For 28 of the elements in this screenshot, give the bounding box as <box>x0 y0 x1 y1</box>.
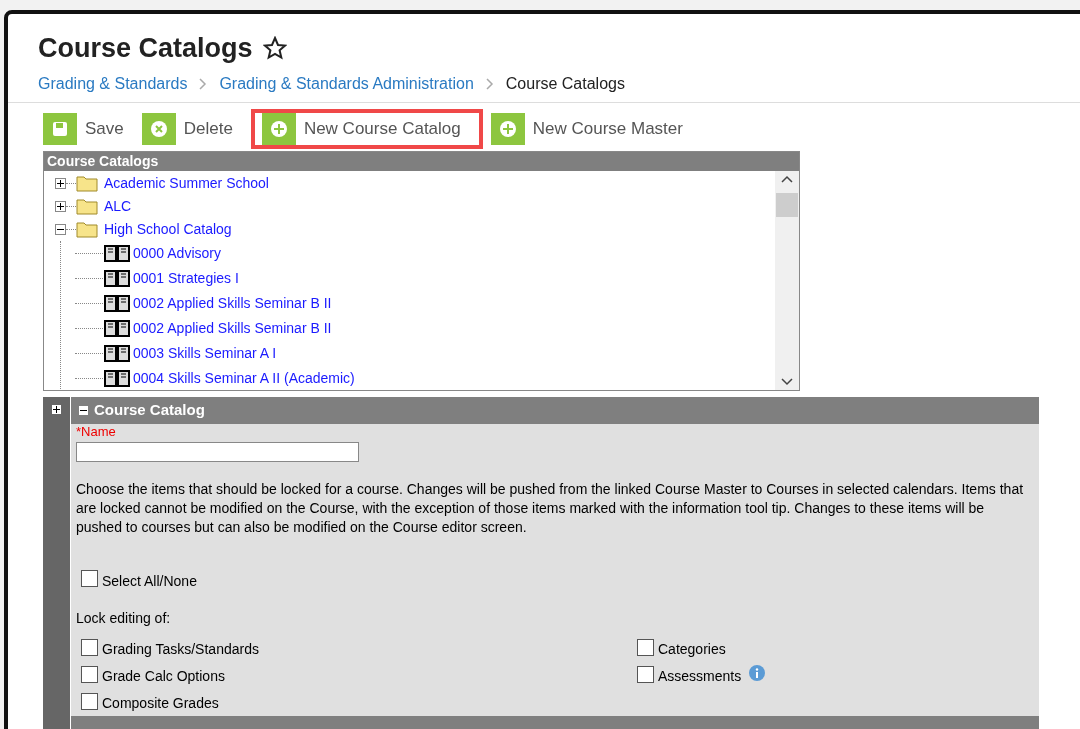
tree-item[interactable]: 0004 Skills Seminar A II (Academic) <box>133 367 355 389</box>
toolbar-button[interactable]: New Course Master <box>490 108 693 149</box>
tree-item[interactable]: 0003 Skills Seminar A I <box>133 342 277 364</box>
breadcrumb-link[interactable]: Grading & Standards <box>38 71 188 96</box>
checkbox-label: Grading Tasks/Standards <box>102 639 259 659</box>
toolbar-button[interactable]: New Course Catalog <box>250 108 483 149</box>
breadcrumb-current: Course Catalogs <box>505 73 625 94</box>
tree-item[interactable]: 0002 Applied Skills Seminar B II <box>133 317 332 339</box>
breadcrumb-link[interactable]: Grading & Standards Administration <box>219 71 474 96</box>
checkbox-label: Select All/None <box>102 571 197 591</box>
tree-item[interactable]: Academic Summer School <box>104 172 269 194</box>
description: Choose the items that should be locked for a course. Changes will be pushed from the linked Course Master to Courses in selected calendars. Items that are locked cannot be modified on the Course, with the exception of those items marked with the information tool tip. Changes to these items will be pushed to courses but can also be modified on the Course editor screen. <box>76 479 1025 537</box>
section-title: Course Catalog <box>94 399 205 420</box>
field-label: *Name <box>76 423 117 440</box>
panel-header: Course Catalogs <box>44 151 799 171</box>
checkbox-label: Categories <box>658 639 726 659</box>
checkbox-label: Composite Grades <box>102 693 219 713</box>
lock-label: Lock editing of: <box>76 608 172 628</box>
tree-item[interactable]: High School Catalog <box>104 218 232 240</box>
tree-item[interactable]: ALC <box>104 195 132 217</box>
checkbox-label: Grade Calc Options <box>102 666 225 686</box>
toolbar-button[interactable]: Delete <box>141 108 243 149</box>
checkbox-label: Assessments <box>658 666 742 686</box>
toolbar-button[interactable]: Save <box>43 108 134 149</box>
tree-item[interactable]: 0001 Strategies I <box>133 267 239 289</box>
tree-item[interactable]: 0002 Applied Skills Seminar B II <box>133 292 332 314</box>
page-title: Course Catalogs <box>38 32 253 65</box>
tree-item[interactable]: 0000 Advisory <box>133 242 221 264</box>
